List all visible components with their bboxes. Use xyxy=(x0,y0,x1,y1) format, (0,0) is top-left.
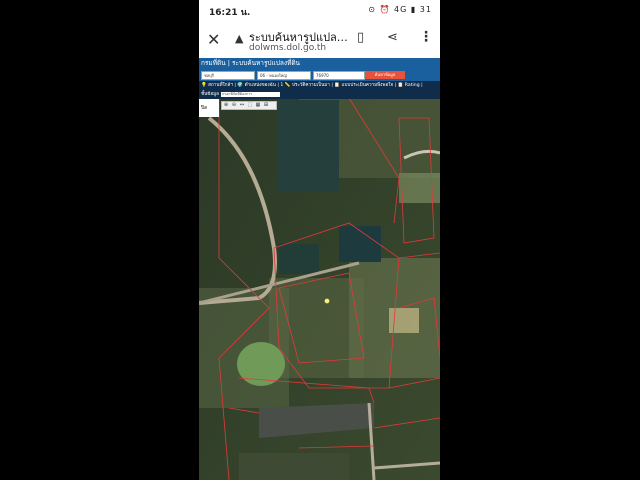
pan-icon[interactable]: ↔ xyxy=(238,102,246,109)
warning-icon[interactable]: ▲ xyxy=(235,32,243,45)
grid-icon[interactable]: ▦ xyxy=(254,102,262,109)
layers-icon[interactable]: ⊞ xyxy=(262,102,270,109)
page-domain: dolwms.dol.go.th xyxy=(249,43,327,53)
district-select[interactable]: 06 - หนองใหญ่ xyxy=(257,71,311,80)
satellite-map[interactable] xyxy=(199,58,440,480)
coordinate-input[interactable]: กรอกพิกัดที่ต้องการ xyxy=(221,92,280,97)
search-button[interactable]: ค้นหาข้อมูล xyxy=(365,71,405,79)
status-icons: ⊙ ⏰ 4G ▮ 31 xyxy=(368,5,432,14)
share-icon[interactable]: ⋖ xyxy=(387,30,398,45)
province-select[interactable]: ชลบุรี xyxy=(201,71,255,80)
site-toolbar[interactable]: 💡 สถานที่ใกล้ฯ | 🌍 ตำแหน่งของฉัน | 1 📏 ป… xyxy=(199,81,440,91)
close-icon[interactable]: ✕ xyxy=(207,30,220,49)
more-menu-icon[interactable]: ⋮ xyxy=(419,29,433,45)
status-time: 16:21 น. xyxy=(209,8,251,18)
zoom-out-icon[interactable]: ⊖ xyxy=(230,102,238,109)
web-content: กรมที่ดิน | ระบบค้นหารูปแปลงที่ดิน ชลบุร… xyxy=(199,58,440,480)
map-tools: ⊕ ⊖ ↔ ⬚ ▦ ⊞ xyxy=(221,101,277,110)
left-panel-toggle[interactable]: ปิด xyxy=(199,99,219,117)
parcel-input[interactable]: 76970 xyxy=(313,71,365,80)
site-header: กรมที่ดิน | ระบบค้นหารูปแปลงที่ดิน xyxy=(199,58,440,69)
browser-toolbar: ✕ ▲ ระบบค้นหารูปแปล… dolwms.dol.go.th ▯ … xyxy=(199,22,440,58)
map-subbar: ชั้นข้อมูล กรอกพิกัดที่ต้องการ xyxy=(199,91,440,99)
zoom-in-icon[interactable]: ⊕ xyxy=(222,102,230,109)
layer-button[interactable]: ชั้นข้อมูล xyxy=(199,91,219,99)
search-row: ชลบุรี 06 - หนองใหญ่ 76970 ค้นหาข้อมูล xyxy=(199,69,440,81)
status-bar: 16:21 น. ⊙ ⏰ 4G ▮ 31 xyxy=(199,0,440,22)
select-box-icon[interactable]: ⬚ xyxy=(246,102,254,109)
phone-screen: 16:21 น. ⊙ ⏰ 4G ▮ 31 ✕ ▲ ระบบค้นหารูปแปล… xyxy=(199,0,440,480)
bookmark-icon[interactable]: ▯ xyxy=(357,30,364,45)
